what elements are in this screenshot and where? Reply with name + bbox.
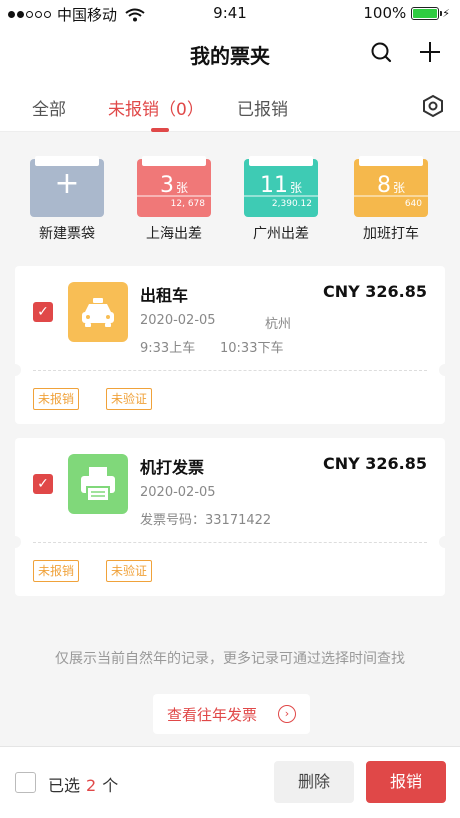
nav-header: 我的票夹 <box>0 26 460 78</box>
status-bar: 中国移动 9:41 100% ⚡ <box>0 0 460 26</box>
folder-paper <box>35 156 99 166</box>
ticket-card[interactable]: ✓ 出租车 CNY 326.85 2020-02-05 杭州 9:33上车 10… <box>9 266 451 424</box>
ticket-checkbox[interactable]: ✓ <box>33 474 53 494</box>
ticket-amount: CNY 326.85 <box>322 282 427 301</box>
ticket-title: 出租车 <box>140 286 189 305</box>
add-button[interactable] <box>416 38 444 66</box>
ticket-date: 2020-02-05 <box>140 485 216 500</box>
add-icon <box>420 42 440 62</box>
folder-count-unit: 张 <box>392 181 405 195</box>
ticket-checkbox[interactable]: ✓ <box>33 302 53 322</box>
signal-dot-icon <box>44 11 51 18</box>
search-button[interactable] <box>368 38 396 66</box>
folder-count-value: 3 <box>159 173 174 198</box>
ticket-amount: CNY 326.85 <box>322 454 427 473</box>
folder-count-unit: 张 <box>289 181 302 195</box>
status-badge: 未验证 <box>106 388 153 410</box>
folder-icon: 8张 640 <box>354 155 428 217</box>
printer-icon <box>68 454 128 514</box>
folder-count-unit: 张 <box>175 181 188 195</box>
folder-label: 广州出差 <box>253 226 309 242</box>
selected-suffix: 个 <box>102 776 119 795</box>
folder-count: 8张 <box>354 173 428 198</box>
tab-reimbursed[interactable]: 已报销 <box>237 95 288 120</box>
check-icon: ✓ <box>37 476 49 492</box>
view-past-invoices-label: 查看往年发票 <box>167 706 258 724</box>
card-notch <box>439 364 451 376</box>
battery-status: 100% ⚡ <box>363 4 450 22</box>
ticket-time-off: 10:33下车 <box>220 341 284 356</box>
folder-count-value: 11 <box>259 173 288 198</box>
signal-dot-icon <box>17 11 24 18</box>
folder-total: 2,390.12 <box>271 199 312 209</box>
folder-label: 新建票袋 <box>39 226 95 242</box>
signal-dot-icon <box>8 11 15 18</box>
folder-label: 上海出差 <box>146 226 202 242</box>
folder-count: 11 张 <box>244 173 318 198</box>
check-icon: ✓ <box>37 304 49 320</box>
settings-icon <box>423 94 443 118</box>
select-all-checkbox[interactable] <box>15 772 36 793</box>
card-notch <box>439 536 451 548</box>
records-note: 仅展示当前自然年的记录，更多记录可通过选择时间查找 <box>55 651 405 667</box>
view-past-invoices-button[interactable]: 查看往年发票 › <box>153 694 310 734</box>
signal-carrier: 中国移动 <box>8 4 145 25</box>
folder-total: 12, 678 <box>170 199 205 209</box>
card-notch <box>9 536 21 548</box>
selected-prefix: 已选 <box>48 776 81 795</box>
search-icon <box>371 42 392 63</box>
carrier-name: 中国移动 <box>57 6 118 24</box>
folder-paper <box>142 156 206 166</box>
folder-overtime-taxi[interactable]: 8张 640 加班打车 <box>354 155 428 242</box>
folder-icon: 11 张 2,390.12 <box>244 155 318 217</box>
active-tab-indicator <box>151 128 169 132</box>
signal-dot-icon <box>35 11 42 18</box>
battery-percent: 100% <box>363 4 407 22</box>
bottom-action-bar: 已选 2 个 删除 报销 <box>0 746 460 818</box>
plus-icon: + <box>54 166 80 201</box>
ticket-time-on: 9:33上车 <box>140 341 196 356</box>
delete-button[interactable]: 删除 <box>274 761 354 803</box>
folder-paper <box>359 156 423 166</box>
selected-count: 2 <box>86 776 97 795</box>
folder-count-value: 8 <box>376 173 391 198</box>
folder-new-icon: + <box>30 155 104 217</box>
reimburse-button[interactable]: 报销 <box>366 761 446 803</box>
card-notch <box>9 364 21 376</box>
folder-guangzhou[interactable]: 11 张 2,390.12 广州出差 <box>244 155 318 242</box>
ticket-city: 杭州 <box>265 317 292 332</box>
card-divider <box>33 542 427 543</box>
ticket-folders: + 新建票袋 3张 12, 678 上海出差 11 张 2,390.12 广州出差… <box>0 133 460 248</box>
folder-total: 640 <box>404 199 422 209</box>
status-badge: 未验证 <box>106 560 153 582</box>
status-badge: 未报销 <box>33 560 80 582</box>
taxi-icon <box>68 282 128 342</box>
battery-icon <box>411 6 443 20</box>
ticket-invoice-number: 发票号码：33171422 <box>140 513 272 528</box>
folder-count: 3张 <box>137 173 211 198</box>
chevron-right-icon: › <box>278 705 296 723</box>
filter-tabs: 全部 未报销（0） 已报销 <box>0 78 460 132</box>
charging-icon: ⚡ <box>442 6 450 20</box>
ticket-date: 2020-02-05 <box>140 313 216 328</box>
folder-icon: 3张 12, 678 <box>137 155 211 217</box>
folder-new[interactable]: + 新建票袋 <box>30 155 104 242</box>
folder-shanghai[interactable]: 3张 12, 678 上海出差 <box>137 155 211 242</box>
selected-count-text: 已选 2 个 <box>48 772 118 796</box>
tab-all[interactable]: 全部 <box>32 95 66 120</box>
folder-label: 加班打车 <box>363 226 419 242</box>
card-divider <box>33 370 427 371</box>
tab-unreimbursed[interactable]: 未报销（0） <box>108 95 204 120</box>
signal-dot-icon <box>26 11 33 18</box>
folder-paper <box>249 156 313 166</box>
settings-button[interactable] <box>420 93 446 119</box>
status-badge: 未报销 <box>33 388 80 410</box>
ticket-title: 机打发票 <box>140 458 205 477</box>
ticket-card[interactable]: ✓ 机打发票 CNY 326.85 2020-02-05 发票号码：331714… <box>9 438 451 596</box>
wifi-icon <box>125 8 145 21</box>
